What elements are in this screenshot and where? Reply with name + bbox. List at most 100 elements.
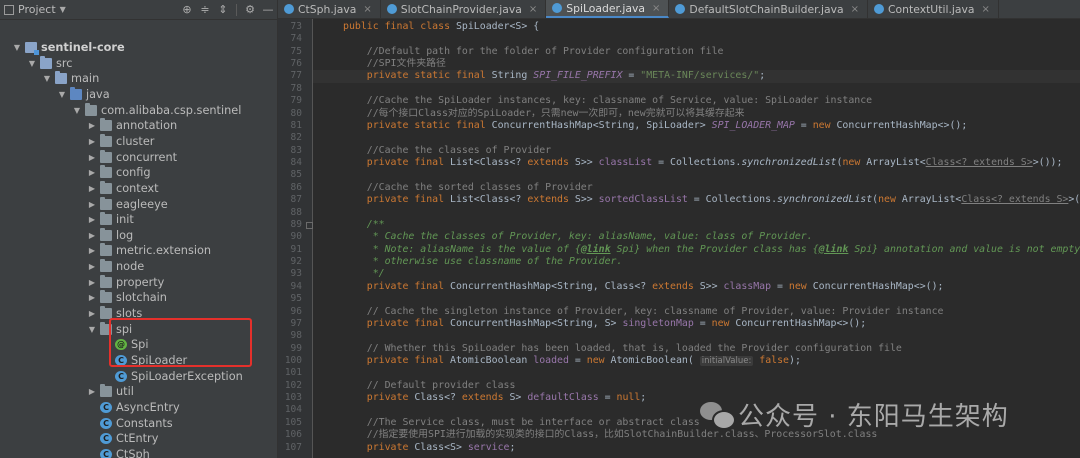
tree-item[interactable]: ▶ concurrent (0, 149, 277, 166)
line-number: 88 (290, 206, 302, 218)
tree-item[interactable]: ▶ cluster (0, 133, 277, 150)
collapse-arrow-icon[interactable]: ▶ (87, 259, 97, 275)
collapse-arrow-icon[interactable]: ▶ (87, 384, 97, 400)
collapse-arrow-icon[interactable]: ▶ (87, 243, 97, 259)
editor-tab[interactable]: DefaultSlotChainBuilder.java × (669, 0, 869, 18)
close-icon[interactable]: × (851, 4, 859, 15)
expand-arrow-icon[interactable]: ▼ (57, 87, 67, 103)
collapse-arrow-icon[interactable]: ▶ (87, 290, 97, 306)
chevron-down-icon[interactable]: ▼ (60, 5, 66, 14)
code-token: defaultClass (527, 392, 599, 404)
tree-item[interactable]: ▼ com.alibaba.csp.sentinel (0, 102, 277, 119)
tree-item[interactable]: ▶ log (0, 227, 277, 244)
code-token: @link (818, 243, 849, 255)
collapse-arrow-icon[interactable]: ▶ (87, 150, 97, 166)
editor-tab[interactable]: CtSph.java × (278, 0, 381, 18)
code-line[interactable]: //SPI文件夹路径 (343, 58, 446, 70)
expand-arrow-icon[interactable]: ▼ (27, 56, 37, 72)
tree-item[interactable]: ▶ util (0, 384, 277, 400)
tree-item[interactable]: C SpiLoaderException (0, 369, 277, 385)
code-token: new (878, 194, 902, 206)
code-token: //Cache the sorted classes of Provider (343, 181, 593, 193)
fold-icon[interactable] (306, 221, 313, 229)
code-line[interactable]: //每个接口Class对应的SpiLoader，只需new一次即可，new完就可… (343, 108, 745, 120)
tree-item[interactable]: ▶ metric.extension (0, 243, 277, 259)
locate-icon[interactable]: ⊕ (178, 3, 196, 16)
code-line[interactable]: * Cache the classes of Provider, key: al… (343, 231, 813, 243)
code-line[interactable]: // Default provider class (343, 380, 516, 392)
editor-tab[interactable]: SlotChainProvider.java × (381, 0, 547, 18)
code-line[interactable]: private static final ConcurrentHashMap<S… (343, 120, 968, 132)
collapse-arrow-icon[interactable]: ▶ (87, 165, 97, 181)
code-line[interactable]: */ (343, 268, 385, 280)
close-icon[interactable]: × (652, 3, 660, 14)
tree-item[interactable]: ▶ annotation (0, 118, 277, 134)
code-line[interactable]: //Default path for the folder of Provide… (343, 46, 724, 58)
code-line[interactable]: private Class<S> service; (343, 442, 516, 454)
tree-item[interactable]: ▶ eagleeye (0, 196, 277, 213)
collapse-arrow-icon[interactable]: ▶ (87, 306, 97, 322)
gear-icon[interactable]: ⚙ (241, 3, 259, 16)
tree-item[interactable]: ▶ config (0, 165, 277, 181)
expand-arrow-icon[interactable]: ▼ (42, 71, 52, 87)
code-area[interactable]: 73 public final class SpiLoader<S> {74 75 … (278, 19, 1080, 458)
collapse-arrow-icon[interactable]: ▶ (87, 118, 97, 134)
code-token: Class<? (414, 392, 462, 404)
code-line[interactable]: private static final String SPI_FILE_PRE… (343, 70, 765, 82)
code-line[interactable]: * otherwise use classname of the Provide… (343, 256, 623, 268)
expand-arrow-icon[interactable]: ▼ (72, 103, 82, 119)
collapse-arrow-icon[interactable]: ▶ (87, 228, 97, 244)
code-line[interactable]: private final ConcurrentHashMap<String, … (343, 318, 866, 330)
tree-item[interactable]: ▶ property (0, 274, 277, 291)
code-line[interactable]: //Cache the classes of Provider (343, 145, 551, 157)
tree-item[interactable]: ▶ init (0, 212, 277, 228)
code-token: ConcurrentHashMap<>(); (812, 280, 944, 292)
tree-item[interactable]: ▶ context (0, 180, 277, 197)
tree-item[interactable]: C AsyncEntry (0, 400, 277, 416)
code-line[interactable]: private final ConcurrentHashMap<String, … (343, 280, 944, 293)
close-icon[interactable]: × (529, 4, 537, 15)
tree-item[interactable]: ▼ src (0, 55, 277, 72)
tree-item-label: main (71, 72, 100, 86)
collapse-all-icon[interactable]: ≑ (196, 3, 214, 16)
tree-item[interactable]: ▼ sentinel-core (0, 40, 277, 56)
code-line[interactable]: private final AtomicBoolean loaded = new… (343, 355, 801, 367)
code-line[interactable]: // Whether this SpiLoader has been loade… (343, 343, 902, 355)
tree-item[interactable]: ▶ slotchain (0, 290, 277, 306)
project-panel-title[interactable]: Project (18, 3, 56, 16)
expand-icon[interactable]: ⇕ (214, 3, 232, 16)
collapse-arrow-icon[interactable]: ▶ (87, 212, 97, 228)
code-line[interactable]: // Cache the singleton instance of Provi… (343, 306, 944, 318)
tree-item-label: util (116, 385, 134, 399)
code-line[interactable]: private final List<Class<? extends S>> c… (343, 157, 1063, 169)
code-token: classMap (723, 280, 772, 292)
class-icon: C (115, 370, 127, 382)
collapse-arrow-icon[interactable]: ▶ (87, 197, 97, 213)
expand-arrow-icon[interactable]: ▼ (87, 322, 97, 338)
collapse-arrow-icon[interactable]: ▶ (87, 275, 97, 291)
expand-arrow-icon[interactable]: ▼ (12, 40, 22, 56)
code-line[interactable]: /** (343, 219, 385, 231)
tree-item[interactable]: ▶ node (0, 259, 277, 275)
collapse-arrow-icon[interactable]: ▶ (87, 134, 97, 150)
tree-item[interactable]: C Constants (0, 416, 277, 432)
code-line[interactable]: //Cache the sorted classes of Provider (343, 182, 593, 194)
code-line[interactable]: private final List<Class<? extends S>> s… (343, 194, 1080, 206)
code-line[interactable]: //The Service class, must be interface o… (343, 417, 700, 429)
editor-tab[interactable]: ContextUtil.java × (868, 0, 999, 18)
tree-item[interactable]: C CtSph (0, 447, 277, 458)
tree-item[interactable]: C CtEntry (0, 431, 277, 447)
close-icon[interactable]: × (363, 4, 371, 15)
close-icon[interactable]: × (982, 4, 990, 15)
code-line[interactable]: private Class<? extends S> defaultClass … (343, 392, 646, 404)
code-line[interactable]: public final class SpiLoader<S> { (343, 21, 539, 33)
editor-tab[interactable]: SpiLoader.java × (546, 0, 670, 18)
code-line[interactable]: * Note: aliasName is the value of {@link… (343, 244, 1080, 256)
tree-item-label: src (56, 56, 73, 70)
line-number: 104 (284, 404, 302, 416)
tree-item[interactable]: ▼ main (0, 71, 277, 87)
hide-icon[interactable]: — (259, 3, 277, 16)
tree-item[interactable]: ▼ java (0, 86, 277, 103)
code-line[interactable]: //Cache the SpiLoader instances, key: cl… (343, 95, 872, 107)
collapse-arrow-icon[interactable]: ▶ (87, 181, 97, 197)
